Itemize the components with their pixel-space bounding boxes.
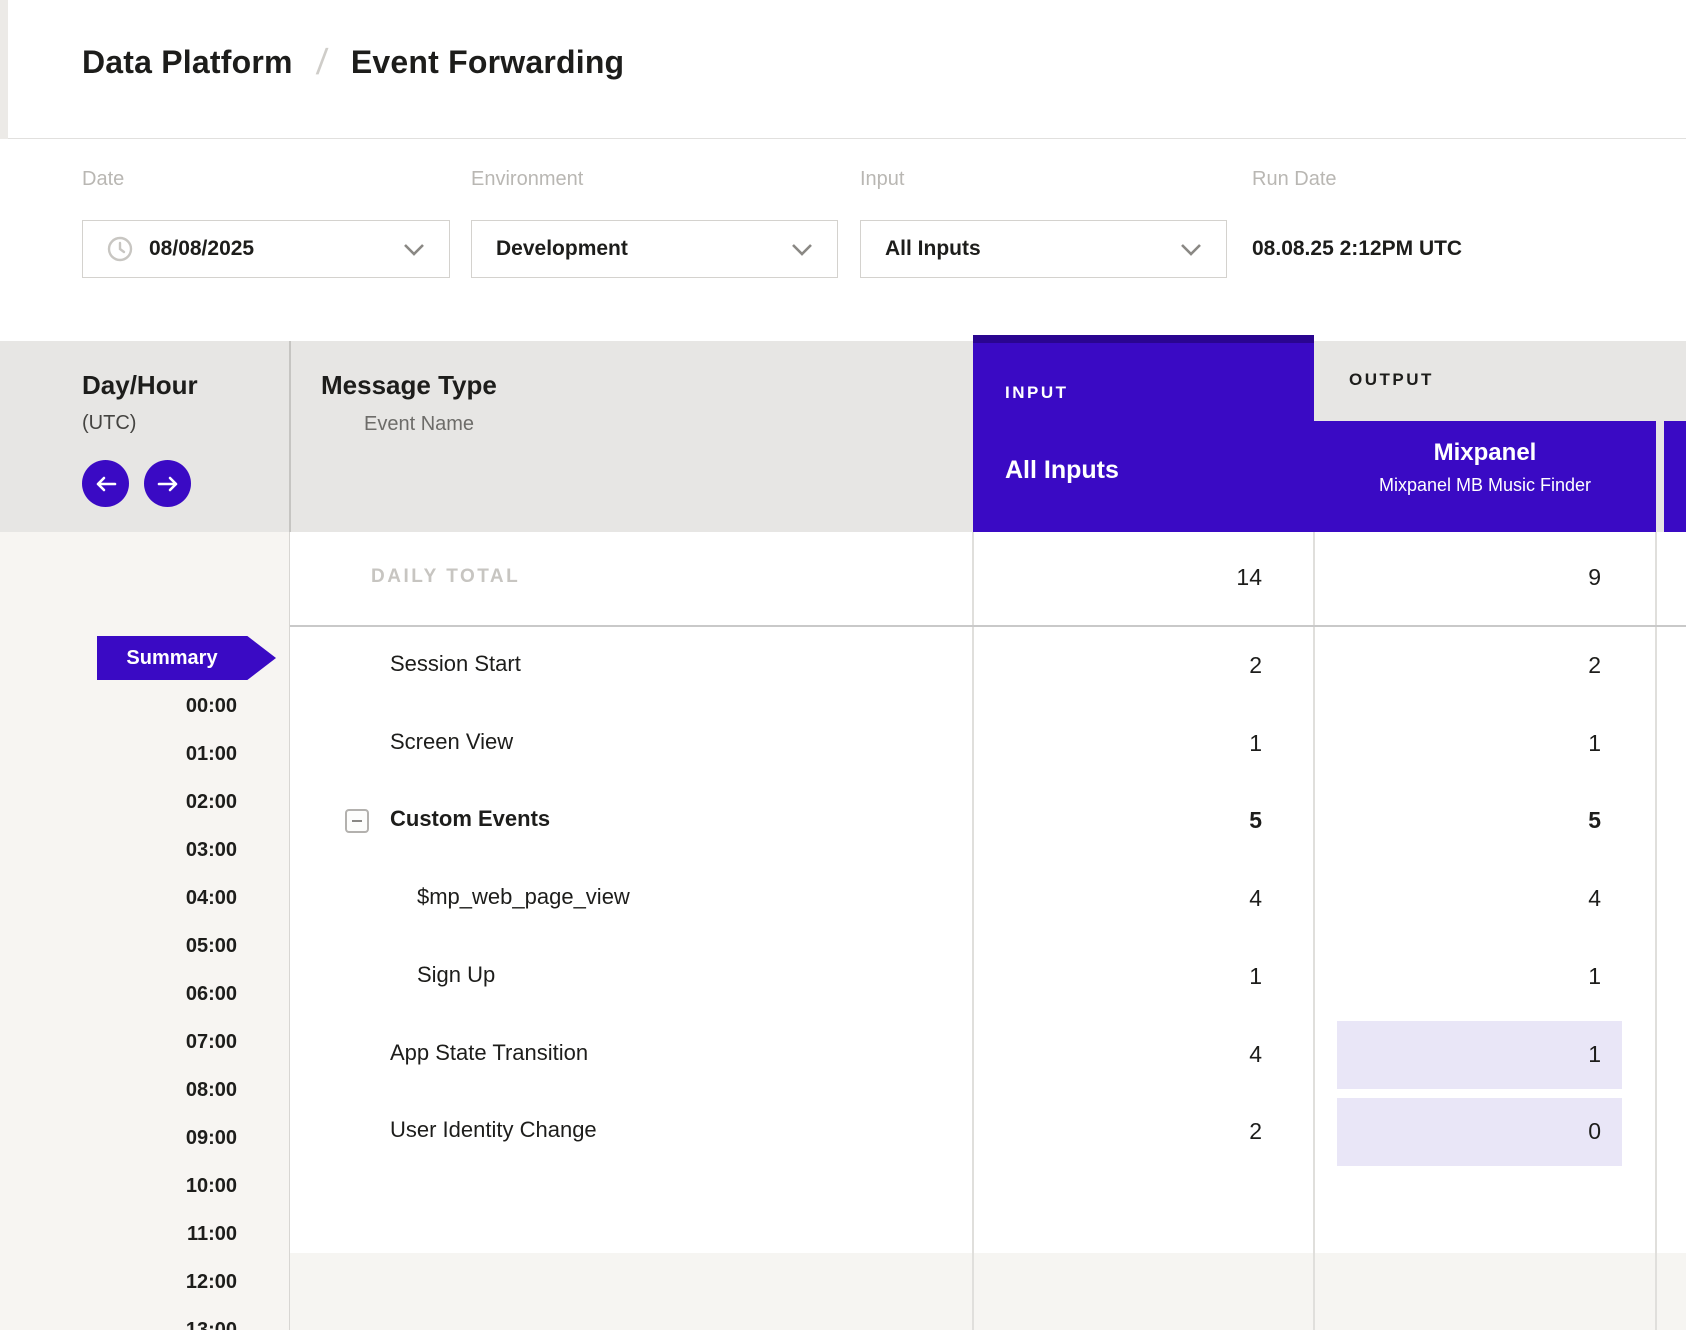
hour-item[interactable]: 08:00 bbox=[0, 1079, 237, 1102]
hour-item[interactable]: 01:00 bbox=[0, 743, 237, 766]
output-count: 0 bbox=[1270, 1118, 1601, 1145]
hour-item[interactable]: 06:00 bbox=[0, 983, 237, 1006]
input-count: 1 bbox=[890, 963, 1262, 990]
event-name: Screen View bbox=[390, 729, 513, 755]
table-row: Screen View 11 bbox=[290, 705, 1686, 783]
output-count: 1 bbox=[1270, 963, 1601, 990]
table-row: Sign Up 11 bbox=[290, 938, 1686, 1016]
table-row: User Identity Change 20 bbox=[290, 1093, 1686, 1171]
hour-item[interactable]: 09:00 bbox=[0, 1127, 237, 1150]
hour-item[interactable]: 00:00 bbox=[0, 695, 237, 718]
input-count: 2 bbox=[890, 1118, 1262, 1145]
hour-item[interactable]: 03:00 bbox=[0, 839, 237, 862]
hour-item[interactable]: 05:00 bbox=[0, 935, 237, 958]
event-name: Session Start bbox=[390, 651, 521, 677]
input-count: 1 bbox=[890, 730, 1262, 757]
table-rows: Session Start22Screen View11Custom Event… bbox=[290, 0, 1686, 1330]
table-row: Session Start 22 bbox=[290, 627, 1686, 705]
output-count: 4 bbox=[1270, 885, 1601, 912]
table-row: $mp_web_page_view 44 bbox=[290, 860, 1686, 938]
hour-list: 00:00 01:00 02:00 03:00 04:00 05:00 06:00 07:00… bbox=[0, 0, 290, 1330]
hour-item[interactable]: 07:00 bbox=[0, 1031, 237, 1054]
hour-item[interactable]: 02:00 bbox=[0, 791, 237, 814]
collapse-minus-icon[interactable] bbox=[345, 809, 369, 833]
input-count: 4 bbox=[890, 885, 1262, 912]
event-name: User Identity Change bbox=[390, 1117, 597, 1143]
input-count: 5 bbox=[890, 807, 1262, 834]
input-count: 4 bbox=[890, 1041, 1262, 1068]
hour-item[interactable]: 10:00 bbox=[0, 1175, 237, 1198]
hour-item[interactable]: 13:00 bbox=[0, 1319, 237, 1330]
output-count: 5 bbox=[1270, 807, 1601, 834]
event-name: Sign Up bbox=[417, 962, 495, 988]
output-count: 1 bbox=[1270, 1041, 1601, 1068]
table-row: Custom Events 55 bbox=[290, 782, 1686, 860]
event-name: Custom Events bbox=[390, 806, 550, 832]
input-count: 2 bbox=[890, 652, 1262, 679]
output-count: 1 bbox=[1270, 730, 1601, 757]
hour-item[interactable]: 04:00 bbox=[0, 887, 237, 910]
hour-item[interactable]: 11:00 bbox=[0, 1223, 237, 1246]
event-name: App State Transition bbox=[390, 1040, 588, 1066]
event-name: $mp_web_page_view bbox=[417, 884, 630, 910]
table-row: App State Transition 41 bbox=[290, 1016, 1686, 1094]
hour-item[interactable]: 12:00 bbox=[0, 1271, 237, 1294]
event-forwarding-page: Data Platform / Event Forwarding Date 08… bbox=[0, 0, 1686, 1330]
output-count: 2 bbox=[1270, 652, 1601, 679]
